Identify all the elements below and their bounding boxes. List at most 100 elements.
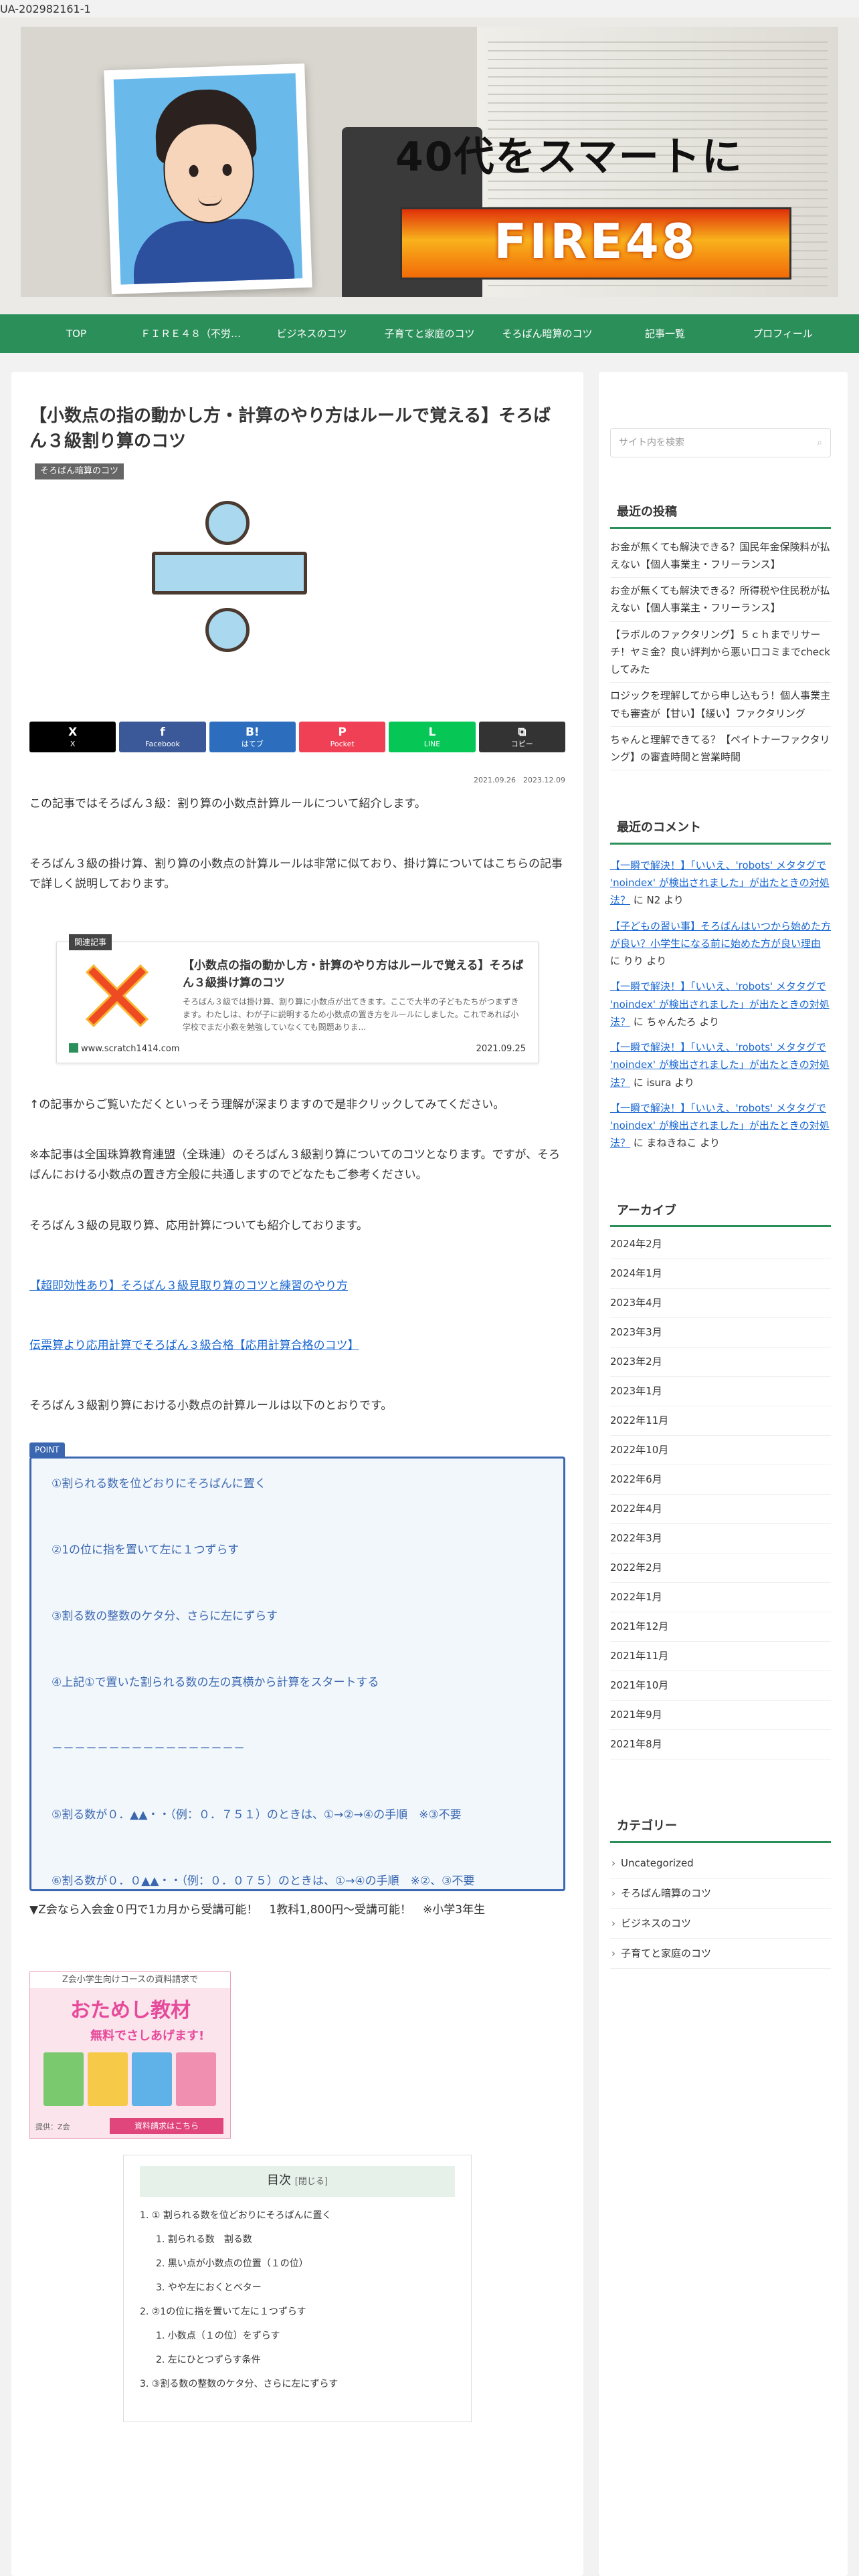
recent-posts: お金が無くても解決できる？国民年金保険料が払えない【個人事業主・フリーランス】お… (610, 534, 831, 771)
category-badge[interactable]: そろばん暗算のコツ (35, 463, 124, 479)
nav-item-business[interactable]: ビジネスのコツ (253, 314, 371, 353)
comment-item: 【一瞬で解決！】「いいえ、'robots' メタタグで 'noindex' が検… (610, 972, 831, 1033)
toc-item[interactable]: 2. 左にひとつずらす条件 (140, 2348, 455, 2372)
link-ouyou[interactable]: 伝票算より応用計算でそろばん３級合格【応用計算合格のコツ】 (29, 1339, 359, 1352)
share-x-button[interactable]: XX (29, 722, 116, 753)
banner-badge: FIRE48 (400, 207, 791, 280)
related-label: 関連記事 (69, 934, 112, 950)
ad-sub-text: 無料でさしあげます! (90, 2028, 205, 2043)
archive-link[interactable]: 2022年3月 (610, 1524, 831, 1553)
category-link[interactable]: 子育てと家庭のコツ (610, 1939, 831, 1969)
recent-post-link[interactable]: ロジックを理解してから申し込もう！個人事業主でも審査が【甘い】【緩い】ファクタリ… (610, 683, 831, 727)
toc-item[interactable]: 1. 小数点（１の位）をずらす (140, 2324, 455, 2348)
ad-provider: 提供：Z会 (35, 2123, 70, 2132)
share-pocket-button[interactable]: P Pocket (298, 722, 386, 753)
recent-post-link[interactable]: 【ラボルのファクタリング】５ｃｈまでリサーチ！ヤミ金？良い評判から悪い口コミまで… (610, 622, 831, 683)
archive-link[interactable]: 2022年2月 (610, 1553, 831, 1583)
archive-link[interactable]: 2022年1月 (610, 1583, 831, 1612)
body-text: そろばん３級の掛け算、割り算の小数点の計算ルールは非常に似ており、掛け算について… (29, 857, 563, 891)
toc-item[interactable]: 2. 黒い点が小数点の位置（１の位） (140, 2252, 455, 2276)
search-icon[interactable]: ⌕ (817, 429, 822, 457)
archive-link[interactable]: 2021年11月 (610, 1642, 831, 1671)
toc-item[interactable]: 1. 割られる数 割る数 (140, 2228, 455, 2252)
updated-date: 2023.12.09 (523, 776, 565, 785)
divide-dot-top-icon (205, 501, 250, 546)
search-input[interactable]: サイト内を検索 ⌕ (610, 428, 831, 457)
category-link[interactable]: そろばん暗算のコツ (610, 1879, 831, 1909)
toc-item[interactable]: 3. ③割る数の整数のケタ分、さらに左にずらす (140, 2372, 455, 2396)
book-image (176, 2052, 216, 2106)
recent-post-link[interactable]: ちゃんと理解できてる？【ペイトナーファクタリング】の審査時間と営業時間 (610, 727, 831, 771)
category-link[interactable]: ビジネスのコツ (610, 1909, 831, 1939)
archive-link[interactable]: 2021年12月 (610, 1612, 831, 1642)
nav-item-fire48[interactable]: ＦＩＲＥ４８（不労所得... (135, 314, 253, 353)
share-line-button[interactable]: L LINE (389, 722, 476, 753)
comment-author: に りり より (610, 955, 667, 967)
share-facebook-button[interactable]: f Facebook (119, 722, 206, 753)
category-link[interactable]: Uncategorized (610, 1848, 831, 1879)
nav-item-top[interactable]: TOP (17, 314, 135, 353)
comment-post-link[interactable]: 【子どもの習い事】そろばんはいつから始めた方が良い？小学生になる前に始めた方が良… (610, 920, 831, 950)
global-nav: TOP ＦＩＲＥ４８（不労所得... ビジネスのコツ 子育てと家庭のコツ そろば… (0, 314, 859, 353)
ad-request-button[interactable]: 資料請求はこちら (110, 2117, 223, 2134)
link-mitori[interactable]: 【超即効性あり】そろばん３級見取り算のコツと練習のやり方 (29, 1279, 348, 1293)
cross-icon (85, 964, 149, 1027)
archive-link[interactable]: 2023年3月 (610, 1318, 831, 1348)
point-item: ⑤割る数が０．▲▲・・（例：０．７５１）のときは、①→②→④の手順 ※③不要 (52, 1808, 462, 1822)
toc-list: 1. ① 割られる数を位どおりにそろばんに置く 1. 割られる数 割る数 2. 黒い… (140, 2204, 455, 2396)
post-dates: 2021.09.26 2023.12.09 (29, 774, 565, 786)
toc-item[interactable]: 3. やや左におくとベター (140, 2276, 455, 2300)
archive-link[interactable]: 2024年2月 (610, 1230, 831, 1259)
archive-link[interactable]: 2021年8月 (610, 1730, 831, 1759)
article: 【小数点の指の動かし方・計算のやり方はルールで覚える】そろばん３級割り算のコツ … (11, 372, 583, 2576)
comment-author: に isura より (630, 1076, 694, 1089)
archive-link[interactable]: 2024年1月 (610, 1259, 831, 1289)
archive-title: アーカイブ (610, 1200, 831, 1227)
recent-post-link[interactable]: お金が無くても解決できる？所得税や住民税が払えない【個人事業主・フリーランス】 (610, 578, 831, 622)
recent-post-link[interactable]: お金が無くても解決できる？国民年金保険料が払えない【個人事業主・フリーランス】 (610, 534, 831, 578)
header-banner[interactable]: 40代をスマートに FIRE48 (21, 27, 838, 297)
nav-item-profile[interactable]: プロフィール (724, 314, 842, 353)
category-list: Uncategorizedそろばん暗算のコツビジネスのコツ子育てと家庭のコツ (610, 1848, 831, 1969)
archive-link[interactable]: 2023年4月 (610, 1289, 831, 1318)
table-of-contents: 目次 [閉じる] 1. ① 割られる数を位どおりにそろばんに置く 1. 割られる数… (123, 2154, 472, 2422)
body-text: ↑の記事からご覧いただくといっそう理解が深まりますので是非クリックしてみてくださ… (29, 1097, 505, 1111)
archive-link[interactable]: 2021年9月 (610, 1701, 831, 1730)
tracking-id: UA-202982161-1 (0, 3, 91, 15)
related-date: 2021.09.25 (476, 1043, 526, 1054)
archive-link[interactable]: 2022年10月 (610, 1436, 831, 1465)
related-article-card[interactable]: 関連記事 【小数点の指の動かし方・計算のやり方はルールで覚える】そろばん３級掛け… (56, 934, 539, 1063)
nav-item-articles[interactable]: 記事一覧 (606, 314, 724, 353)
avatar (104, 63, 312, 295)
book-image (88, 2052, 128, 2106)
archive-link[interactable]: 2022年11月 (610, 1406, 831, 1436)
nav-item-parenting[interactable]: 子育てと家庭のコツ (371, 314, 488, 353)
banner-title: 40代をスマートに (395, 134, 743, 181)
book-image (132, 2052, 172, 2106)
related-snippet: そろばん３級では掛け算、割り算に小数点が出てきます。ここで大半の子どもたちがつま… (183, 996, 519, 1032)
archive-link[interactable]: 2023年1月 (610, 1377, 831, 1406)
archive-link[interactable]: 2021年10月 (610, 1671, 831, 1701)
point-divider: －－－－－－－－－－－－－－－－－ (52, 1741, 245, 1755)
eyecatch-image (29, 481, 565, 722)
ad-main-text: おためし教材 (70, 1998, 191, 2022)
share-copy-button[interactable]: ⧉ コピー (478, 722, 565, 753)
recent-posts-title: 最近の投稿 (610, 502, 831, 529)
ad-banner[interactable]: Z会小学生向けコースの資料請求で おためし教材 無料でさしあげます! 提供：Z会… (29, 1971, 231, 2139)
related-url: www.scratch1414.com (69, 1042, 180, 1057)
point-item: ②1の位に指を置いて左に１つずらす (52, 1543, 240, 1557)
archive-link[interactable]: 2022年6月 (610, 1465, 831, 1495)
archive-link[interactable]: 2023年2月 (610, 1348, 831, 1377)
toc-item[interactable]: 2. ②1の位に指を置いて左に１つずらす (140, 2300, 455, 2324)
share-hatena-button[interactable]: B! はてブ (209, 722, 296, 753)
point-box: POINT ①割られる数を位どおりにそろばんに置く ②1の位に指を置いて左に１つ… (29, 1442, 565, 1891)
archive-link[interactable]: 2022年4月 (610, 1495, 831, 1524)
body-text: そろばん３級の見取り算、応用計算についても紹介しております。 (29, 1218, 368, 1232)
point-item: ⑥割る数が０．０▲▲・・（例：０．０７５）のときは、①→④の手順 ※②、③不要 (52, 1874, 475, 1888)
comment-item: 【一瞬で解決！】「いいえ、'robots' メタタグで 'noindex' が検… (610, 1033, 831, 1094)
divide-bar-icon (152, 552, 307, 595)
archive-list: 2024年2月 2024年1月 2023年4月 2023年3月 2023年2月 2023年… (610, 1230, 831, 1759)
toc-item[interactable]: 1. ① 割られる数を位どおりにそろばんに置く (140, 2204, 455, 2228)
nav-item-soroban[interactable]: そろばん暗算のコツ (488, 314, 606, 353)
toc-close-button[interactable]: [閉じる] (295, 2177, 328, 2187)
